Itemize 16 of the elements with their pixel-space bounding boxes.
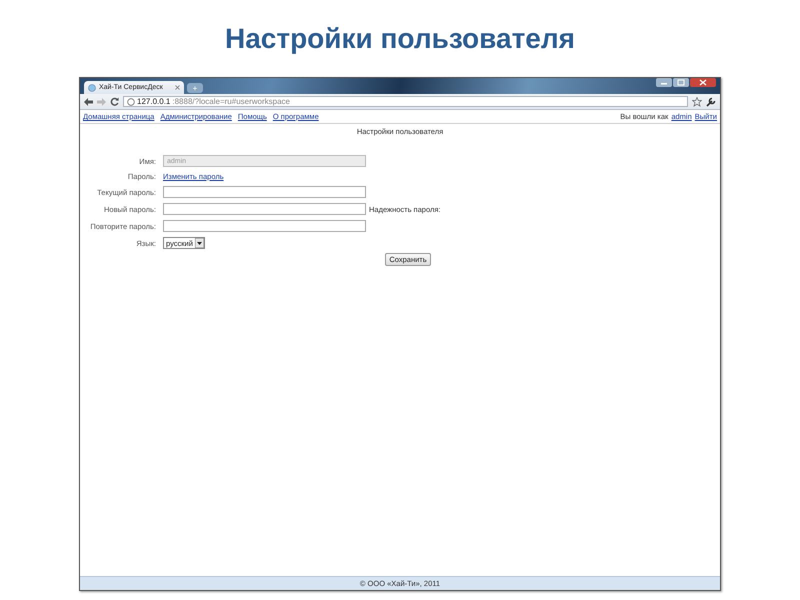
back-icon[interactable] [84,98,93,106]
slide-title: Настройки пользователя [225,22,575,56]
close-tab-icon[interactable] [175,85,180,90]
text-field[interactable] [163,203,366,215]
text-field[interactable] [163,186,366,198]
star-icon[interactable] [692,96,702,106]
close-icon[interactable] [690,78,716,87]
page-icon [127,98,135,106]
text-field[interactable] [163,220,366,232]
maximize-icon[interactable] [673,78,689,87]
globe-icon [88,84,96,92]
minimize-icon[interactable] [656,78,672,87]
address-bar[interactable]: 127.0.0.1 :8888/?locale=ru#userworkspace [123,96,688,107]
dropdown-arrow-icon[interactable] [194,238,204,248]
reload-icon[interactable] [110,97,119,106]
wrench-icon[interactable] [706,96,716,106]
